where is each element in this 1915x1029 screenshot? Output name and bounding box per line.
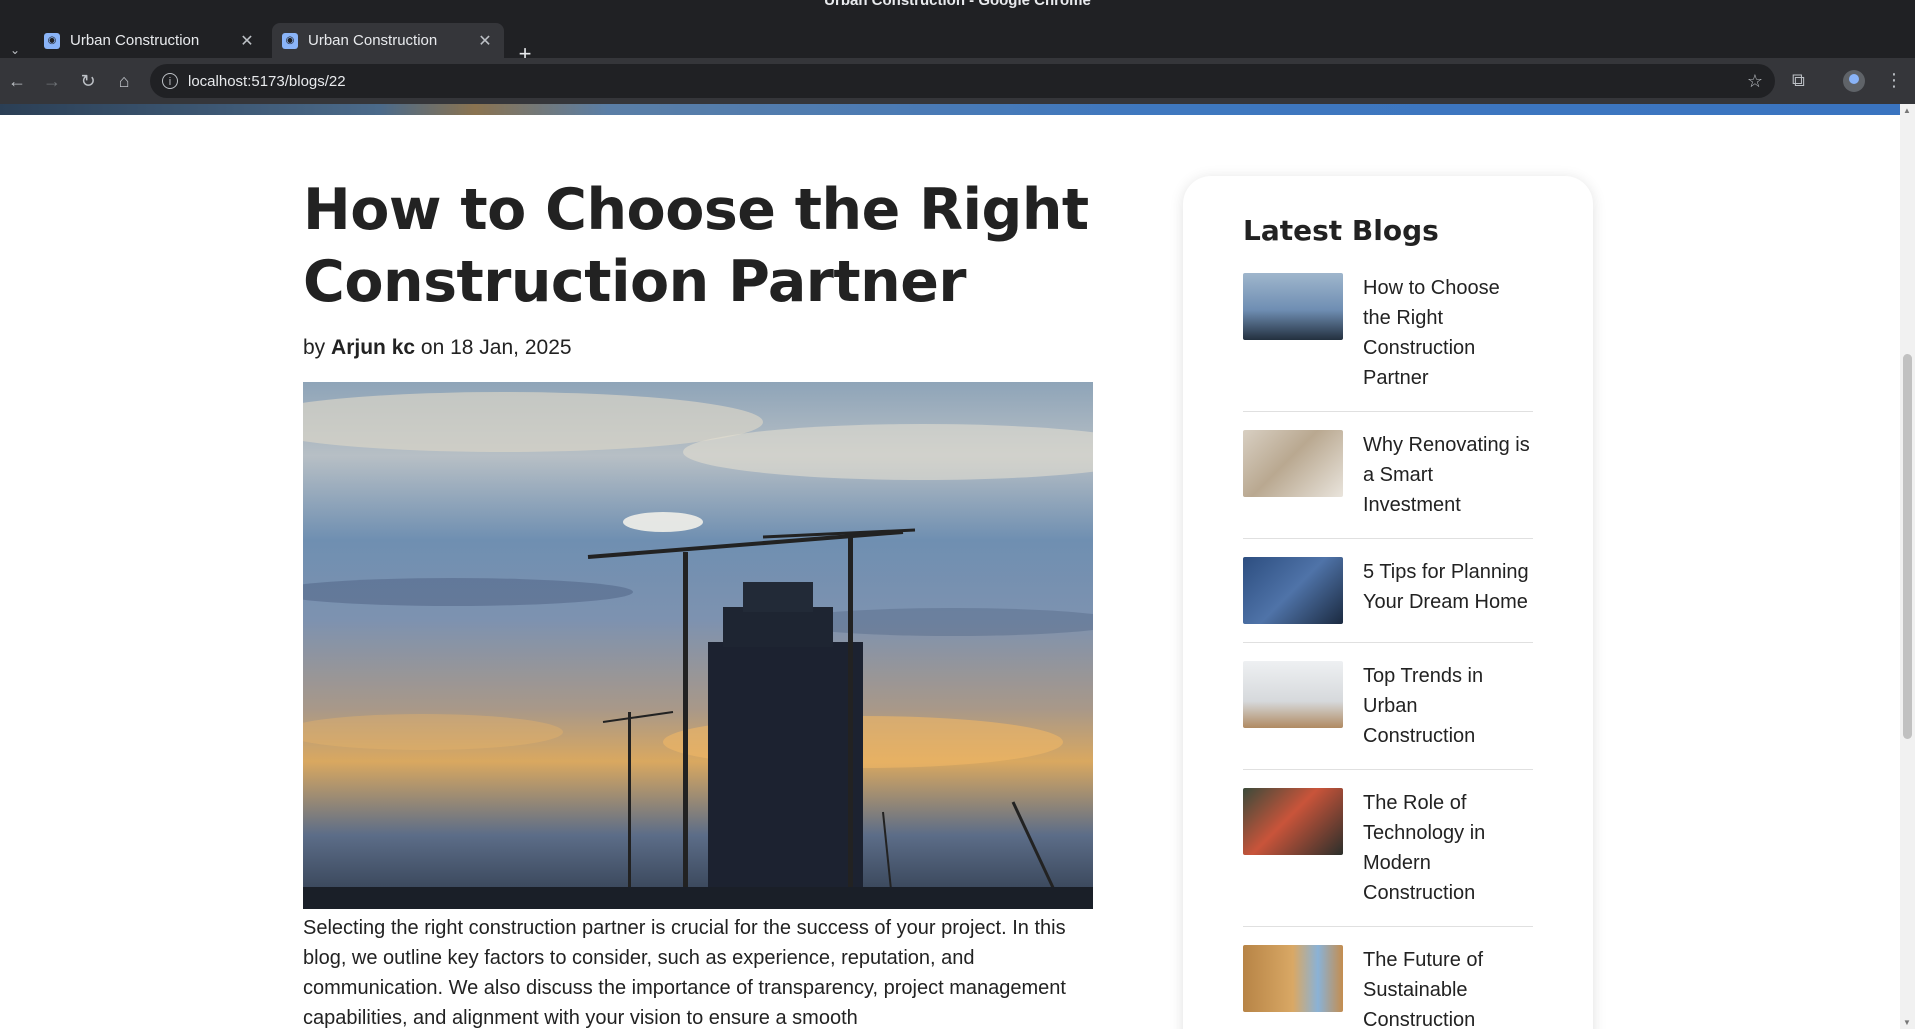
page-viewport: How to Choose the Right Construction Par… (0, 104, 1900, 1029)
blog-thumbnail[interactable] (1243, 557, 1343, 624)
home-icon[interactable]: ⌂ (113, 70, 135, 92)
latest-blog-title[interactable]: The Role of Technology in Modern Constru… (1363, 788, 1533, 908)
window-titlebar: Urban Construction - Google Chrome – □ ✕ (0, 0, 1915, 18)
address-bar[interactable]: i localhost:5173/blogs/22 ☆ (150, 64, 1775, 98)
site-favicon-icon: ◉ (282, 32, 298, 49)
blog-thumbnail[interactable] (1243, 945, 1343, 1012)
extensions-puzzle-icon[interactable]: ⧉ (1792, 70, 1805, 91)
latest-blogs-list: How to Choose the Right Construction Par… (1243, 273, 1533, 1029)
scroll-up-arrow-icon[interactable]: ▲ (1903, 106, 1911, 115)
sidebar-heading: Latest Blogs (1243, 214, 1439, 247)
latest-blog-title[interactable]: 5 Tips for Planning Your Dream Home (1363, 557, 1533, 624)
scroll-down-arrow-icon[interactable]: ▼ (1903, 1018, 1911, 1027)
header-banner-strip (0, 104, 1900, 115)
url-text[interactable]: localhost:5173/blogs/22 (188, 73, 1747, 90)
blog-thumbnail[interactable] (1243, 273, 1343, 340)
tab-strip: ⌄ ◉ Urban Construction ✕ ◉ Urban Constru… (0, 18, 1915, 66)
article-title: How to Choose the Right Construction Par… (303, 177, 1089, 315)
latest-blog-title[interactable]: Why Renovating is a Smart Investment (1363, 430, 1533, 520)
article-byline: by Arjun kc on 18 Jan, 2025 (303, 336, 1093, 360)
latest-blog-item[interactable]: 5 Tips for Planning Your Dream Home (1243, 557, 1533, 643)
author-name: Arjun kc (331, 336, 416, 359)
back-arrow-icon[interactable]: ← (6, 70, 28, 92)
page-scrollbar[interactable]: ▲ ▼ (1900, 104, 1915, 1029)
article-body: Selecting the right construction partner… (303, 917, 1066, 1029)
byline-prefix: by (303, 336, 326, 359)
latest-blog-title[interactable]: Top Trends in Urban Construction (1363, 661, 1533, 751)
tab-urban-construction-2[interactable]: ◉ Urban Construction ✕ (272, 23, 504, 58)
latest-blogs-sidebar: Latest Blogs How to Choose the Right Con… (1183, 176, 1593, 1029)
tab-title: Urban Construction (308, 32, 438, 49)
blog-thumbnail[interactable] (1243, 788, 1343, 855)
latest-blog-item[interactable]: Why Renovating is a Smart Investment (1243, 430, 1533, 539)
browser-toolbar: ← → ↻ ⌂ i localhost:5173/blogs/22 ☆ ⧉ ⋮ (0, 58, 1915, 104)
site-info-icon[interactable]: i (162, 73, 178, 89)
reload-icon[interactable]: ↻ (77, 70, 99, 92)
tab-urban-construction-1[interactable]: ◉ Urban Construction ✕ (34, 23, 266, 58)
bookmark-star-icon[interactable]: ☆ (1747, 71, 1763, 92)
scrollbar-thumb[interactable] (1903, 354, 1912, 739)
profile-avatar[interactable] (1843, 70, 1865, 92)
date-prefix: on (420, 336, 445, 359)
blog-article: How to Choose the Right Construction Par… (303, 174, 1093, 1029)
kebab-menu-icon[interactable]: ⋮ (1885, 70, 1903, 91)
site-favicon-icon: ◉ (44, 32, 60, 49)
blog-thumbnail[interactable] (1243, 430, 1343, 497)
latest-blog-item[interactable]: The Future of Sustainable Construction (1243, 945, 1533, 1029)
latest-blog-title[interactable]: The Future of Sustainable Construction (1363, 945, 1533, 1029)
window-title: Urban Construction - Google Chrome (824, 0, 1091, 9)
latest-blog-item[interactable]: How to Choose the Right Construction Par… (1243, 273, 1533, 412)
article-hero-image (303, 382, 1093, 909)
tab-close-icon[interactable]: ✕ (238, 31, 256, 51)
blog-thumbnail[interactable] (1243, 661, 1343, 728)
latest-blog-item[interactable]: The Role of Technology in Modern Constru… (1243, 788, 1533, 927)
tab-title: Urban Construction (70, 32, 200, 49)
tab-close-icon[interactable]: ✕ (476, 31, 494, 51)
latest-blog-title[interactable]: How to Choose the Right Construction Par… (1363, 273, 1533, 393)
latest-blog-item[interactable]: Top Trends in Urban Construction (1243, 661, 1533, 770)
publish-date: 18 Jan, 2025 (450, 336, 572, 359)
forward-arrow-icon[interactable]: → (41, 70, 63, 92)
